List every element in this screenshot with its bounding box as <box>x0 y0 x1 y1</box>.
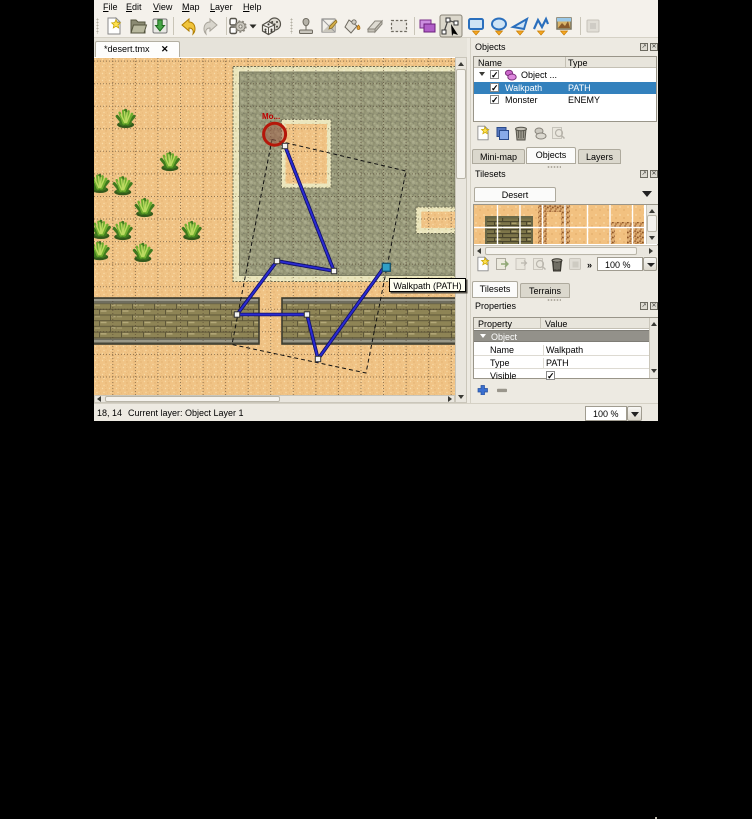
svg-text:Mo...: Mo... <box>262 112 280 121</box>
